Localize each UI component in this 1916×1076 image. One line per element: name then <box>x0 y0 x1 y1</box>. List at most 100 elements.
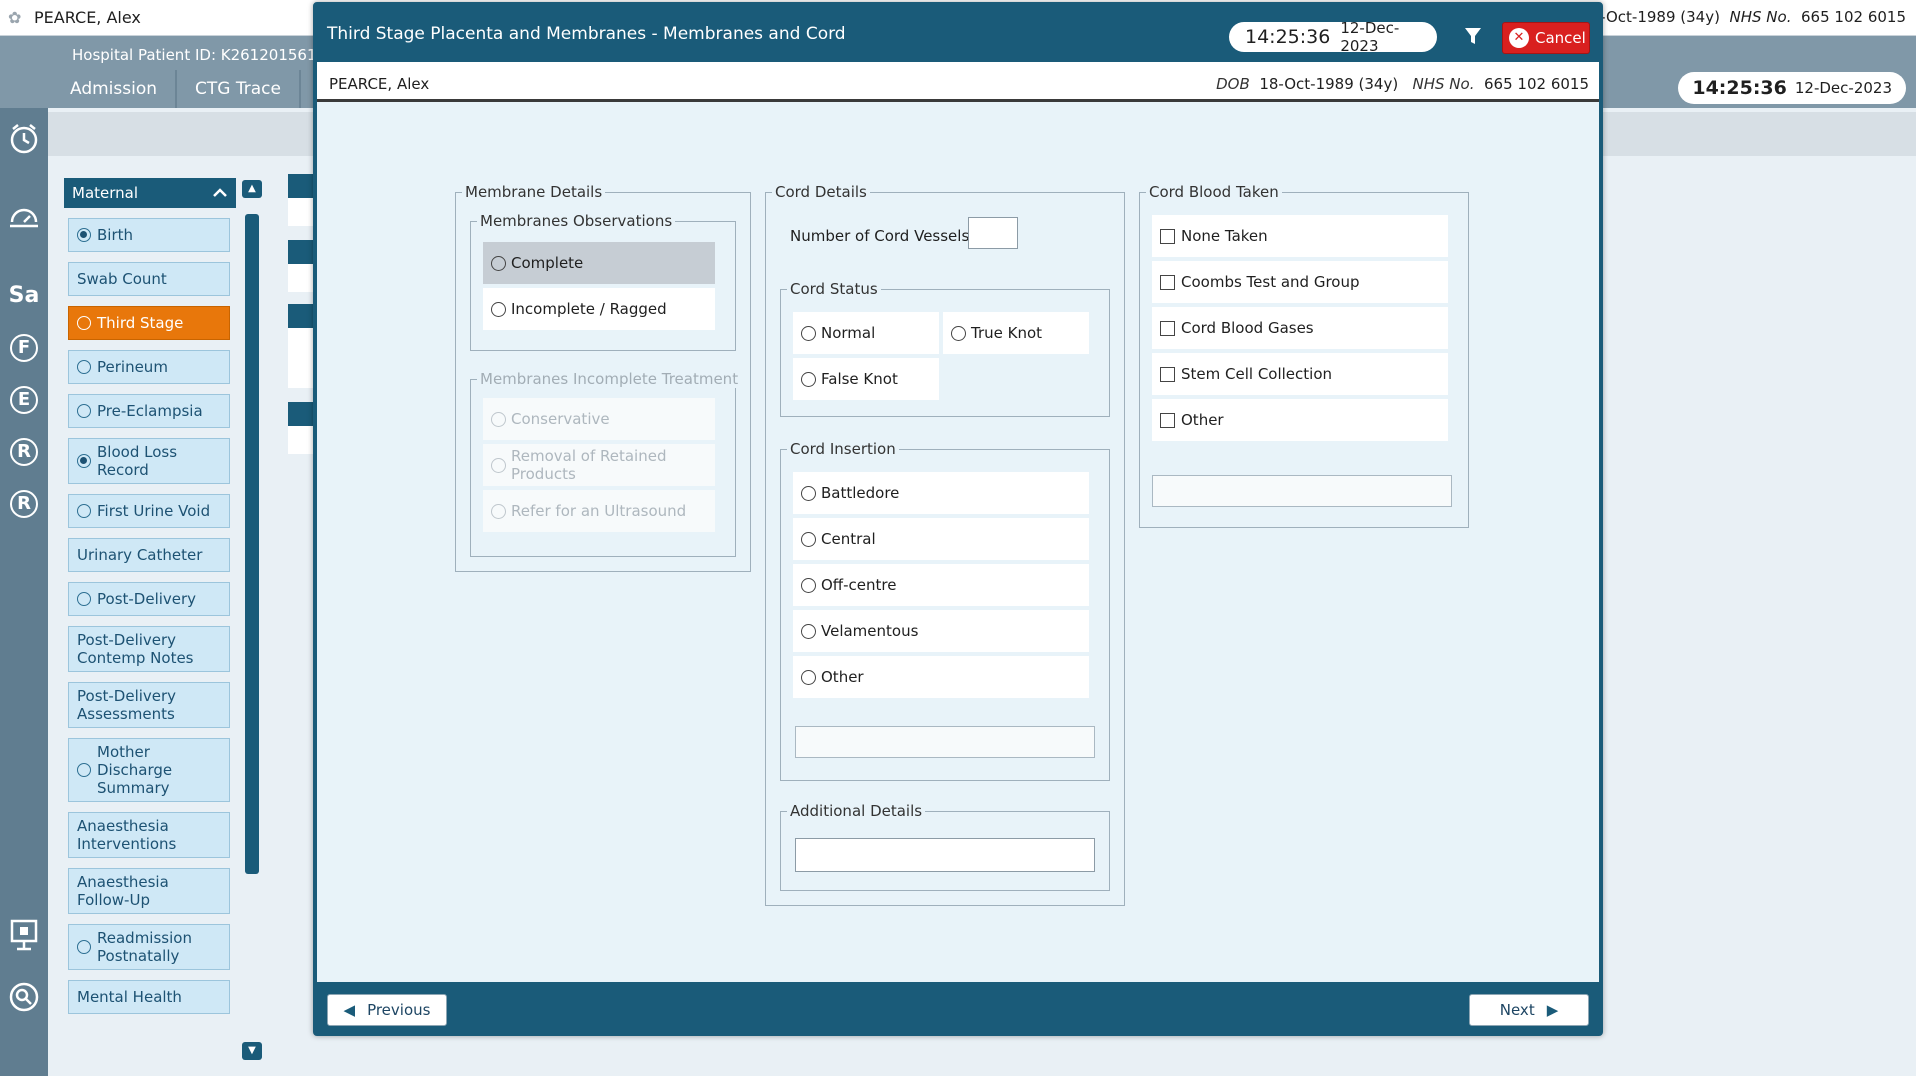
close-icon: ✕ <box>1509 28 1529 48</box>
radio-icon <box>951 325 966 341</box>
cord-vessels-input[interactable] <box>968 217 1018 249</box>
alarm-clock-icon[interactable] <box>6 122 42 158</box>
option-battledore[interactable]: Battledore <box>793 472 1089 514</box>
sidebar-item-pre-eclampsia[interactable]: Pre-Eclampsia <box>68 394 230 428</box>
membranes-incomplete-treatment-group: Membranes Incomplete Treatment Conservat… <box>470 370 742 557</box>
sidebar-item-label: Post-Delivery <box>97 590 197 608</box>
sidebar-item-label: Post-Delivery Assessments <box>77 687 177 723</box>
option-label: Other <box>821 668 864 686</box>
filter-icon[interactable] <box>1461 26 1485 50</box>
previous-label: Previous <box>367 1001 431 1019</box>
additional-details-input[interactable] <box>795 838 1095 872</box>
rail-e[interactable]: E <box>10 386 38 414</box>
option-velamentous[interactable]: Velamentous <box>793 610 1089 652</box>
sidebar-header[interactable]: Maternal <box>64 178 236 208</box>
presentation-icon[interactable] <box>6 918 42 954</box>
rail-f[interactable]: F <box>10 334 38 362</box>
option-refer-ultrasound[interactable]: Refer for an Ultrasound <box>483 490 715 532</box>
radio-icon <box>77 940 91 954</box>
arrow-right-icon: ▶ <box>1546 1001 1559 1019</box>
option-conservative[interactable]: Conservative <box>483 398 715 440</box>
previous-button[interactable]: ◀ Previous <box>327 994 447 1026</box>
radio-icon <box>801 325 816 341</box>
option-normal[interactable]: Normal <box>793 312 939 354</box>
checkbox-icon <box>1160 320 1175 336</box>
tab-ctg-trace[interactable]: CTG Trace <box>177 70 301 108</box>
modal-clock-time: 14:25:36 <box>1245 26 1331 48</box>
modal-clock-date: 12-Dec-2023 <box>1340 19 1400 55</box>
sidebar-item-post-delivery-assessments[interactable]: Post-Delivery Assessments <box>68 682 230 728</box>
sidebar-item-birth[interactable]: Birth <box>68 218 230 252</box>
cord-blood-taken-legend: Cord Blood Taken <box>1146 183 1282 201</box>
sidebar-item-swab-count[interactable]: Swab Count <box>68 262 230 296</box>
checkbox-stem-cell-collection[interactable]: Stem Cell Collection <box>1152 353 1448 395</box>
sidebar-item-urinary-catheter[interactable]: Urinary Catheter <box>68 538 230 572</box>
sidebar-scrollbar[interactable]: ▲ ▼ <box>242 180 262 1060</box>
search-icon[interactable] <box>6 980 42 1016</box>
cord-blood-taken-group: Cord Blood Taken None Taken Coombs Test … <box>1139 183 1469 528</box>
chevron-up-icon[interactable] <box>212 184 228 202</box>
option-incomplete-ragged[interactable]: Incomplete / Ragged <box>483 288 715 330</box>
modal-patient-bar: PEARCE, Alex DOB 18-Oct-1989 (34y) NHS N… <box>317 62 1599 102</box>
sidebar-item-post-delivery-contemp-notes[interactable]: Post-Delivery Contemp Notes <box>68 626 230 672</box>
sidebar-item-post-delivery[interactable]: Post-Delivery <box>68 582 230 616</box>
checkbox-coombs-test[interactable]: Coombs Test and Group <box>1152 261 1448 303</box>
sidebar-item-mental-health[interactable]: Mental Health <box>68 980 230 1014</box>
timer-icon[interactable] <box>6 200 42 236</box>
checkbox-cord-blood-gases[interactable]: Cord Blood Gases <box>1152 307 1448 349</box>
rail-r-2[interactable]: R <box>10 490 38 518</box>
radio-icon <box>491 457 506 473</box>
option-label: Battledore <box>821 484 900 502</box>
cord-details-legend: Cord Details <box>772 183 870 201</box>
next-button[interactable]: Next ▶ <box>1469 994 1589 1026</box>
scroll-down-button[interactable]: ▼ <box>242 1042 262 1060</box>
sidebar-item-third-stage[interactable]: Third Stage <box>68 306 230 340</box>
option-off-centre[interactable]: Off-centre <box>793 564 1089 606</box>
modal-footer: ◀ Previous Next ▶ <box>317 982 1599 1036</box>
option-label: Coombs Test and Group <box>1181 273 1360 291</box>
sidebar-item-mother-discharge-summary[interactable]: Mother Discharge Summary <box>68 738 230 802</box>
option-central[interactable]: Central <box>793 518 1089 560</box>
cord-blood-other-input[interactable] <box>1152 475 1452 507</box>
background-clock[interactable]: 14:25:36 12-Dec-2023 <box>1678 72 1906 104</box>
option-true-knot[interactable]: True Knot <box>943 312 1089 354</box>
checkbox-cord-blood-other[interactable]: Other <box>1152 399 1448 441</box>
option-label: Normal <box>821 324 876 342</box>
insertion-other-input[interactable] <box>795 726 1095 758</box>
sidebar-item-perineum[interactable]: Perineum <box>68 350 230 384</box>
sidebar-item-anaesthesia-interventions[interactable]: Anaesthesia Interventions <box>68 812 230 858</box>
option-complete[interactable]: Complete <box>483 242 715 284</box>
checkbox-none-taken[interactable]: None Taken <box>1152 215 1448 257</box>
option-label: False Knot <box>821 370 898 388</box>
option-removal-retained-products[interactable]: Removal of Retained Products <box>483 444 715 486</box>
radio-icon <box>801 485 816 501</box>
sidebar-item-label: Mother Discharge Summary <box>97 743 173 797</box>
checkbox-icon <box>1160 412 1175 428</box>
modal-patient-name: PEARCE, Alex <box>329 75 430 93</box>
cancel-button[interactable]: ✕ Cancel <box>1502 22 1590 54</box>
radio-icon <box>491 255 506 271</box>
modal-clock[interactable]: 14:25:36 12-Dec-2023 <box>1229 19 1437 55</box>
scroll-up-button[interactable]: ▲ <box>242 180 262 198</box>
option-label: Removal of Retained Products <box>511 447 667 483</box>
tab-admission[interactable]: Admission <box>52 70 178 108</box>
option-false-knot[interactable]: False Knot <box>793 358 939 400</box>
sidebar-item-anaesthesia-follow-up[interactable]: Anaesthesia Follow-Up <box>68 868 230 914</box>
sidebar-item-blood-loss-record[interactable]: Blood Loss Record <box>68 438 230 484</box>
rail-r-1[interactable]: R <box>10 438 38 466</box>
option-insertion-other[interactable]: Other <box>793 656 1089 698</box>
option-label: None Taken <box>1181 227 1268 245</box>
hospital-patient-id: Hospital Patient ID: K261201561, De <box>72 46 347 64</box>
scroll-thumb[interactable] <box>245 214 259 874</box>
membranes-observations-legend: Membranes Observations <box>477 212 676 230</box>
sidebar-item-label: Anaesthesia Follow-Up <box>77 873 169 909</box>
option-label: Other <box>1181 411 1224 429</box>
sidebar-item-label: Third Stage <box>97 314 184 332</box>
sidebar-item-readmission-postnatally[interactable]: Readmission Postnatally <box>68 924 230 970</box>
sidebar-item-label: Birth <box>97 226 134 244</box>
rail-sa[interactable]: Sa <box>6 278 42 314</box>
left-rail: Sa F E R R <box>0 108 48 1076</box>
sidebar-item-first-urine-void[interactable]: First Urine Void <box>68 494 230 528</box>
membrane-details-legend: Membrane Details <box>462 183 606 201</box>
radio-icon <box>491 301 506 317</box>
